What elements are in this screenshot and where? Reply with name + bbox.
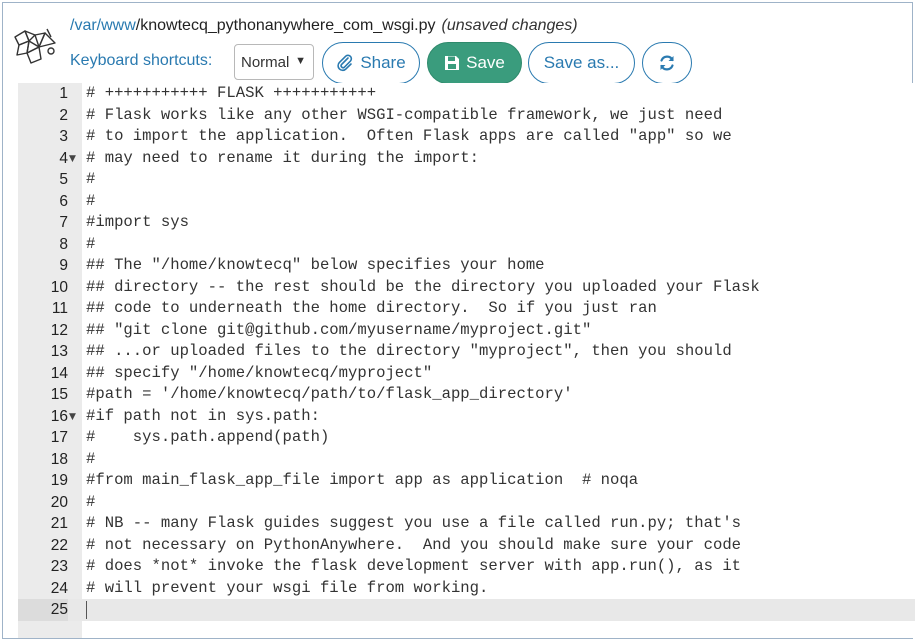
- line-number: 5: [59, 171, 68, 188]
- code-line[interactable]: 22 # not necessary on PythonAnywhere. And…: [18, 535, 915, 557]
- code-text: #path = '/home/knowtecq/path/to/flask_ap…: [86, 385, 573, 403]
- line-number: 7: [59, 214, 68, 231]
- code-line[interactable]: 24 # will prevent your wsgi file from wor…: [18, 578, 915, 600]
- code-line[interactable]: 5 #: [18, 169, 915, 191]
- code-text: # Flask works like any other WSGI-compat…: [86, 105, 723, 124]
- code-editor[interactable]: 1 # +++++++++++ FLASK +++++++++++ 2 # Flask…: [18, 83, 915, 638]
- caret-down-icon: ▼: [295, 55, 306, 67]
- line-number: 12: [50, 321, 68, 339]
- line-number: 24: [50, 579, 68, 597]
- save-as-label: Save as...: [543, 53, 620, 72]
- path-segment-www[interactable]: www: [101, 17, 136, 34]
- paperclip-icon: [337, 54, 353, 72]
- fold-toggle-icon[interactable]: ▼: [69, 407, 76, 429]
- fold-toggle-icon[interactable]: ▼: [69, 149, 76, 171]
- code-line[interactable]: 17 # sys.path.append(path): [18, 427, 915, 449]
- code-line[interactable]: 14 ## specify "/home/knowtecq/myproject": [18, 363, 915, 385]
- line-number: 2: [59, 106, 68, 124]
- line-number: 6: [59, 192, 68, 210]
- line-number: 22: [50, 536, 68, 554]
- code-text: # does *not* invoke the flask developmen…: [86, 557, 742, 575]
- line-number: 10: [50, 278, 68, 296]
- line-number: 25: [18, 599, 68, 621]
- code-text: #: [86, 170, 96, 188]
- text-cursor: [86, 601, 87, 619]
- line-number: 15: [50, 386, 68, 403]
- line-number: 14: [50, 364, 68, 382]
- code-text: ## specify "/home/knowtecq/myproject": [86, 363, 433, 382]
- code-text: ## directory -- the rest should be the d…: [86, 277, 760, 296]
- code-line[interactable]: 19 #from main_flask_app_file import app a…: [18, 470, 915, 492]
- code-text: #from main_flask_app_file import app as …: [86, 471, 639, 489]
- code-text: # to import the application. Often Flask…: [86, 127, 732, 145]
- code-text: # +++++++++++ FLASK +++++++++++: [86, 84, 377, 102]
- line-number: 19: [50, 472, 68, 489]
- code-line[interactable]: 8 #: [18, 234, 915, 256]
- code-text: # sys.path.append(path): [86, 428, 330, 446]
- code-text: #: [86, 449, 96, 468]
- floppy-disk-icon: [445, 56, 460, 70]
- line-number: 23: [50, 558, 68, 575]
- line-number: 4: [59, 149, 68, 167]
- code-text: ## "git clone git@github.com/myusername/…: [86, 320, 592, 339]
- file-name: /knowtecq_pythonanywhere_com_wsgi.py: [135, 17, 436, 34]
- reload-button[interactable]: [642, 42, 692, 84]
- code-text: ## ...or uploaded files to the directory…: [86, 342, 732, 360]
- keyboard-shortcuts-label: Keyboard shortcuts:: [70, 52, 213, 69]
- line-number: 21: [50, 515, 68, 532]
- code-text: #: [86, 492, 96, 511]
- code-line[interactable]: 12 ## "git clone git@github.com/myusernam…: [18, 320, 915, 342]
- refresh-icon: [660, 55, 674, 71]
- line-number: 18: [50, 450, 68, 468]
- save-as-button[interactable]: Save as...: [528, 42, 635, 84]
- code-text: # NB -- many Flask guides suggest you us…: [86, 514, 742, 532]
- line-number: 3: [59, 128, 68, 145]
- code-text: #: [86, 234, 96, 253]
- code-line[interactable]: 23 # does *not* invoke the flask developm…: [18, 556, 915, 578]
- share-label: Share: [360, 53, 406, 72]
- code-text: # not necessary on PythonAnywhere. And y…: [86, 535, 742, 554]
- share-button[interactable]: Share: [322, 42, 420, 84]
- code-line[interactable]: 25: [18, 599, 915, 621]
- keyboard-mode-value: Normal: [241, 53, 290, 71]
- save-label: Save: [466, 53, 505, 72]
- code-text: #if path not in sys.path:: [86, 406, 320, 425]
- code-line[interactable]: 11 ## code to underneath the home directo…: [18, 298, 915, 320]
- file-path: /var/www/knowtecq_pythonanywhere_com_wsg…: [70, 17, 578, 35]
- line-number: 17: [50, 429, 68, 446]
- save-button[interactable]: Save: [427, 42, 522, 84]
- code-line[interactable]: 21 # NB -- many Flask guides suggest you …: [18, 513, 915, 535]
- keyboard-mode-select[interactable]: Normal ▼: [234, 44, 314, 80]
- code-text: #import sys: [86, 213, 189, 231]
- code-line[interactable]: 9 ## The "/home/knowtecq" below specifies…: [18, 255, 915, 277]
- line-number: 16: [50, 407, 68, 425]
- code-text: # will prevent your wsgi file from worki…: [86, 578, 489, 597]
- code-line[interactable]: 6 #: [18, 191, 915, 213]
- code-line[interactable]: 15 #path = '/home/knowtecq/path/to/flask_…: [18, 384, 915, 406]
- code-text: ## The "/home/knowtecq" below specifies …: [86, 256, 545, 274]
- code-text: # may need to rename it during the impor…: [86, 148, 480, 167]
- pythonanywhere-logo-icon: [14, 28, 56, 64]
- code-line[interactable]: 16 ▼ #if path not in sys.path:: [18, 406, 915, 428]
- line-number: 11: [51, 300, 68, 317]
- code-text: #: [86, 191, 96, 210]
- code-line[interactable]: 20 #: [18, 492, 915, 514]
- line-number: 9: [59, 257, 68, 274]
- code-line[interactable]: 10 ## directory -- the rest should be the…: [18, 277, 915, 299]
- code-text: ## code to underneath the home directory…: [86, 299, 657, 317]
- code-line[interactable]: 2 # Flask works like any other WSGI-compa…: [18, 105, 915, 127]
- code-line[interactable]: 3 # to import the application. Often Flas…: [18, 126, 915, 148]
- unsaved-indicator: (unsaved changes): [441, 17, 578, 34]
- path-segment-var[interactable]: /var/: [70, 17, 101, 34]
- code-line[interactable]: 1 # +++++++++++ FLASK +++++++++++: [18, 83, 915, 105]
- line-number: 8: [59, 235, 68, 253]
- line-number: 1: [59, 85, 68, 102]
- code-line[interactable]: 13 ## ...or uploaded files to the directo…: [18, 341, 915, 363]
- line-number: 13: [50, 343, 68, 360]
- line-number: 20: [50, 493, 68, 511]
- code-line[interactable]: 4 ▼ # may need to rename it during the imp…: [18, 148, 915, 170]
- code-line[interactable]: 18 #: [18, 449, 915, 471]
- code-line[interactable]: 7 #import sys: [18, 212, 915, 234]
